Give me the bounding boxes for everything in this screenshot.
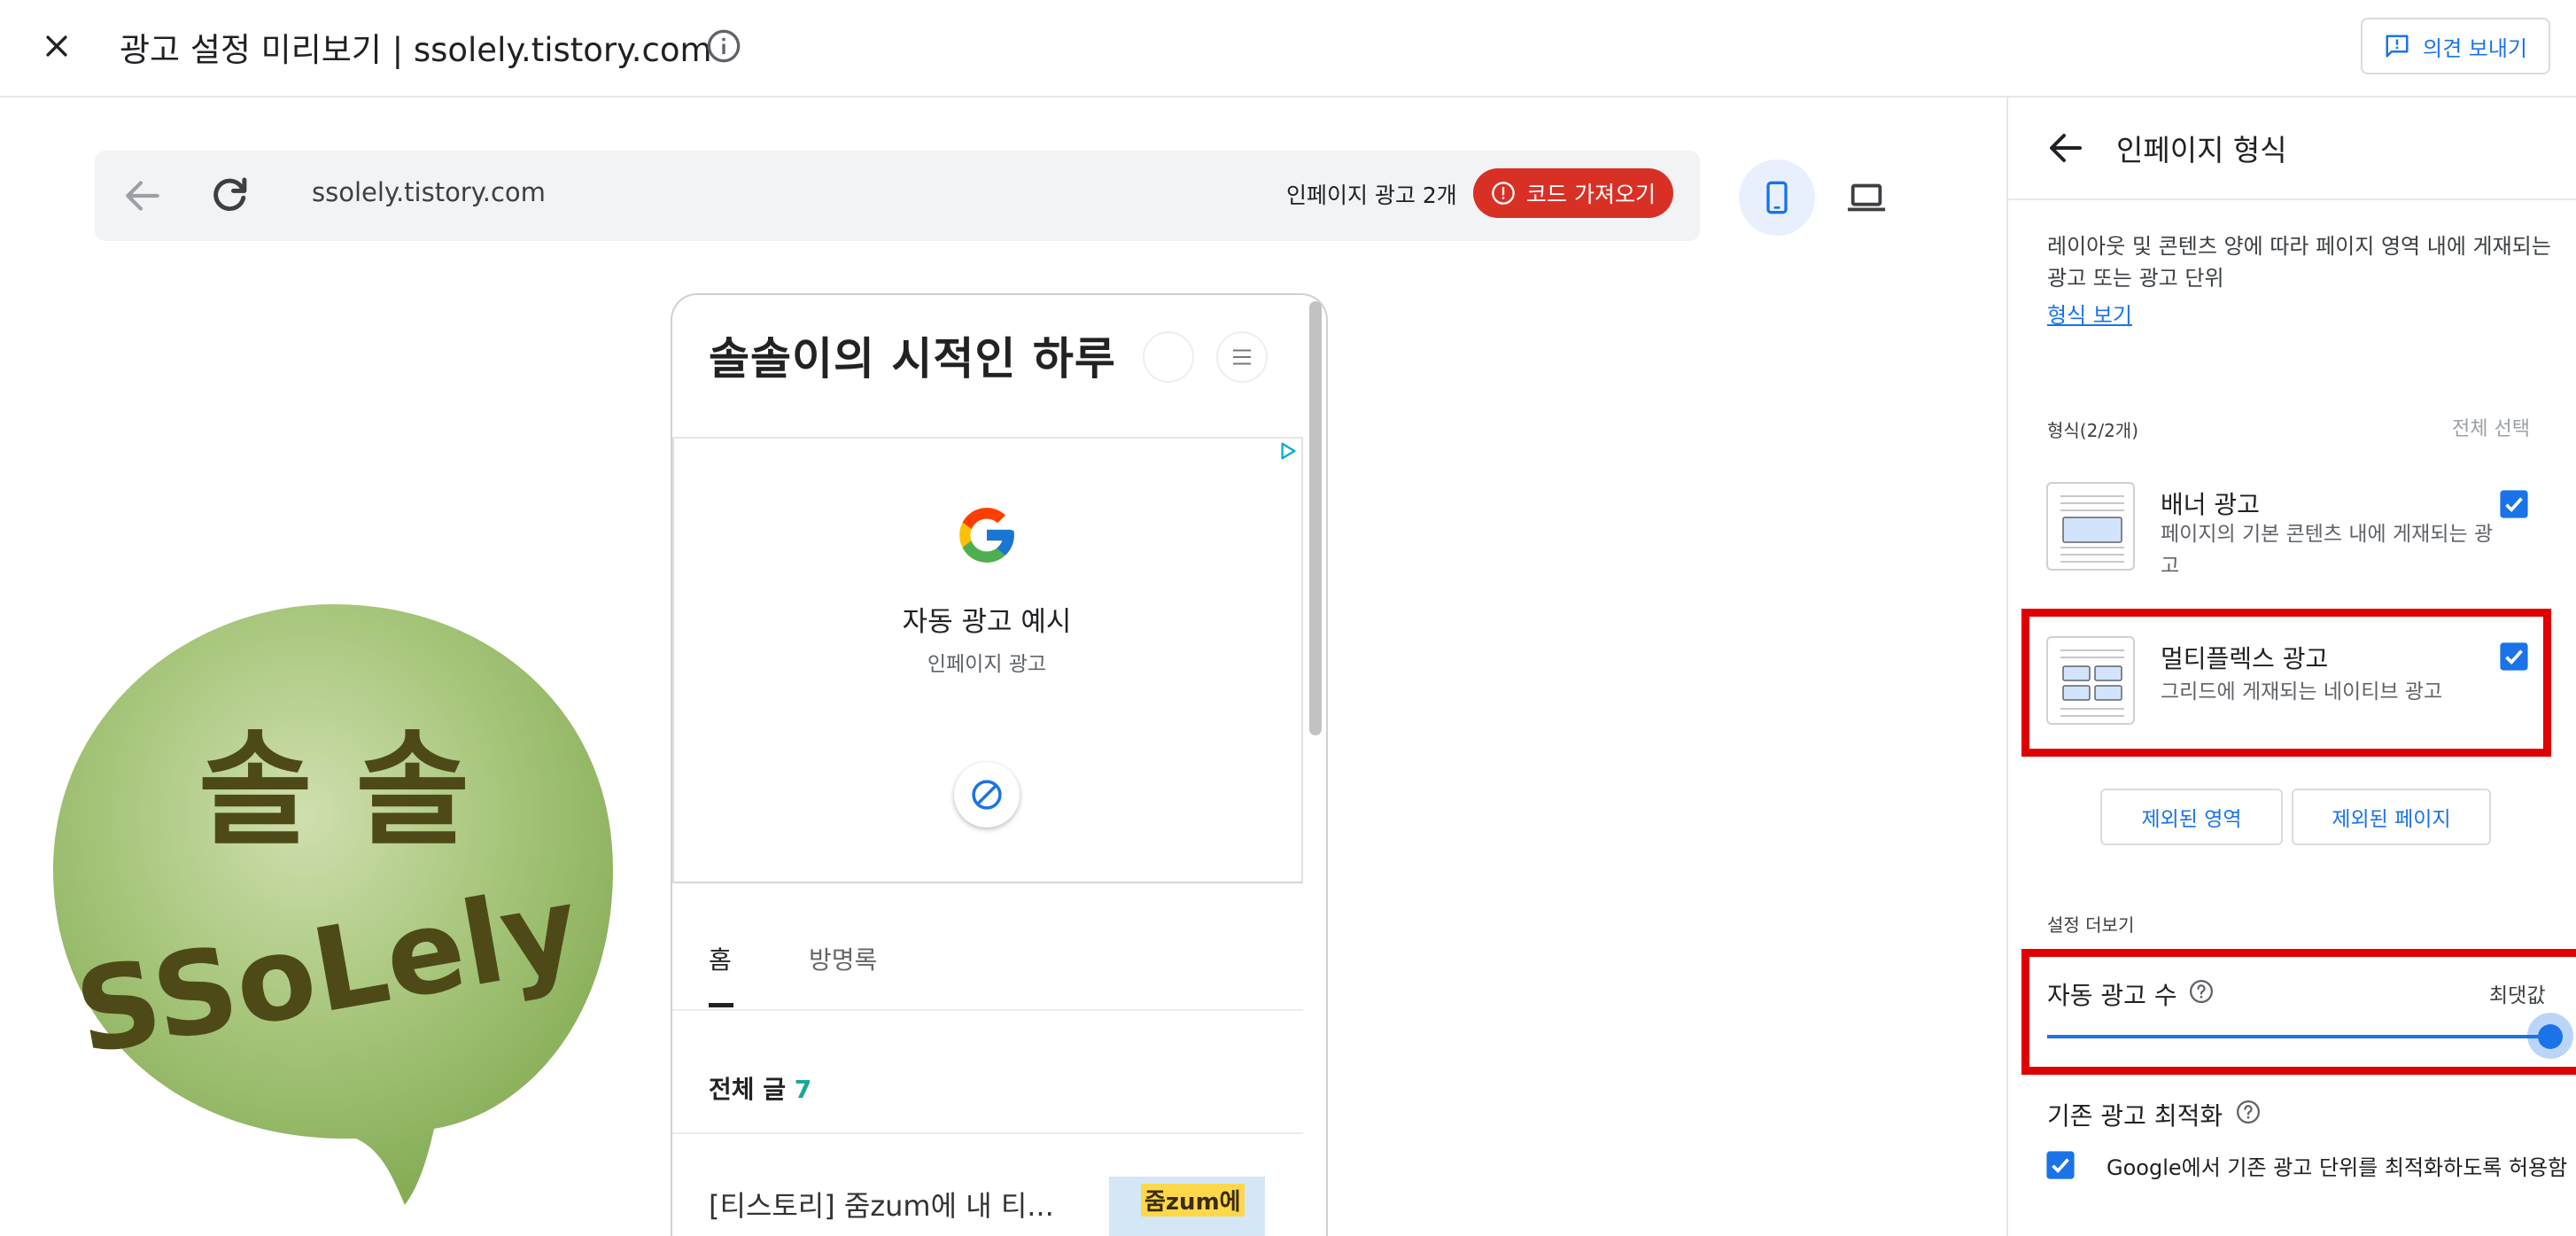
panel-divider	[2008, 198, 2576, 200]
block-ad-button[interactable]	[954, 762, 1020, 828]
panel-title: 인페이지 형식	[2116, 133, 2287, 167]
multiplex-ad-checkbox[interactable]	[2499, 641, 2529, 672]
get-code-button[interactable]: 코드 가져오기	[1473, 168, 1673, 218]
close-button[interactable]	[32, 21, 81, 71]
banner-ad-description: 페이지의 기본 콘텐츠 내에 게재되는 광고	[2161, 523, 2494, 578]
multiplex-layout-icon	[2060, 649, 2124, 717]
ad-load-label: 자동 광고 수	[2047, 981, 2177, 1010]
more-settings-heading: 설정 더보기	[2047, 914, 2135, 936]
error-icon	[1492, 182, 1515, 205]
feedback-icon	[2386, 35, 2409, 58]
logo-text-korean: 솔 솔	[198, 719, 469, 863]
optimize-existing-ads-text: Google에서 기존 광고 단위를 최적화하도록 허용함	[2107, 1155, 2568, 1180]
blog-tab-guestbook[interactable]: 방명록	[809, 941, 877, 976]
preview-scrollbar[interactable]	[1309, 301, 1322, 735]
back-arrow-icon[interactable]	[120, 174, 165, 218]
google-g-icon	[959, 508, 1014, 563]
preview-url: ssolely.tistory.com	[312, 177, 546, 207]
block-icon	[972, 780, 1002, 810]
get-code-label: 코드 가져오기	[1526, 182, 1656, 207]
all-posts-heading: 전체 글 7	[709, 1070, 811, 1106]
excluded-pages-button[interactable]: 제외된 페이지	[2292, 789, 2491, 845]
back-arrow-icon[interactable]	[2045, 127, 2087, 169]
blog-tab-home[interactable]: 홈	[709, 941, 732, 976]
feedback-label: 의견 보내기	[2422, 35, 2528, 61]
adchoices-icon[interactable]	[1278, 441, 1298, 461]
blog-title: 솔솔이의 시적인 하루	[709, 333, 1116, 385]
ad-count-label: 인페이지 광고 2개	[1286, 183, 1457, 208]
close-icon	[46, 35, 67, 57]
all-posts-count: 7	[794, 1075, 812, 1104]
mobile-view-button[interactable]	[1739, 159, 1815, 236]
feedback-button[interactable]: 의견 보내기	[2361, 18, 2550, 74]
multiplex-ad-name: 멀티플렉스 광고	[2161, 644, 2329, 673]
desktop-view-button[interactable]	[1828, 159, 1905, 236]
banner-ad-name: 배너 광고	[2161, 490, 2260, 519]
ad-load-slider-track[interactable]	[2047, 1035, 2550, 1038]
optimize-existing-ads-label: 기존 광고 최적화	[2047, 1101, 2223, 1131]
view-formats-link[interactable]: 형식 보기	[2047, 298, 2132, 329]
optimize-existing-ads-checkbox[interactable]	[2045, 1150, 2076, 1180]
ad-load-slider-thumb[interactable]	[2538, 1024, 2563, 1049]
phone-icon	[1766, 181, 1788, 214]
post-thumbnail[interactable]: 줌zum에	[1109, 1177, 1265, 1236]
help-icon[interactable]	[2235, 1099, 2262, 1125]
info-icon[interactable]	[706, 28, 741, 64]
banner-ad-thumbnail	[2046, 482, 2135, 571]
multiplex-ad-thumbnail	[2046, 636, 2135, 725]
blog-menu-button[interactable]	[1216, 331, 1268, 383]
help-icon[interactable]	[2188, 978, 2215, 1005]
banner-ad-checkbox[interactable]	[2499, 489, 2529, 519]
reload-icon[interactable]	[206, 172, 253, 220]
ad-load-highlight-box	[2021, 949, 2576, 1075]
select-all-link[interactable]: 전체 선택	[2452, 413, 2530, 441]
posts-divider	[672, 1132, 1303, 1134]
laptop-icon	[1847, 183, 1886, 212]
post-thumbnail-label: 줌zum에	[1141, 1184, 1245, 1217]
active-tab-indicator	[709, 1003, 733, 1007]
multiplex-ad-description: 그리드에 게재되는 네이티브 광고	[2161, 680, 2443, 704]
menu-icon	[1233, 349, 1251, 365]
ssolely-logo: 솔 솔 SSoLely	[53, 604, 613, 1205]
all-posts-label: 전체 글	[709, 1075, 787, 1104]
banner-layout-icon	[2060, 495, 2124, 563]
excluded-areas-button[interactable]: 제외된 영역	[2100, 789, 2283, 845]
blog-search-button[interactable]	[1143, 331, 1194, 383]
formats-heading: 형식(2/2개)	[2047, 420, 2138, 441]
post-title[interactable]: [티스토리] 줌zum에 내 티...	[709, 1184, 1054, 1224]
panel-description: 레이아웃 및 콘텐츠 양에 따라 페이지 영역 내에 게재되는 광고 또는 광고…	[2047, 234, 2551, 291]
page-title: 광고 설정 미리보기 | ssolely.tistory.com	[120, 31, 712, 69]
ad-load-value: 최댓값	[2489, 984, 2546, 1007]
blog-tabs-divider	[672, 1009, 1303, 1011]
